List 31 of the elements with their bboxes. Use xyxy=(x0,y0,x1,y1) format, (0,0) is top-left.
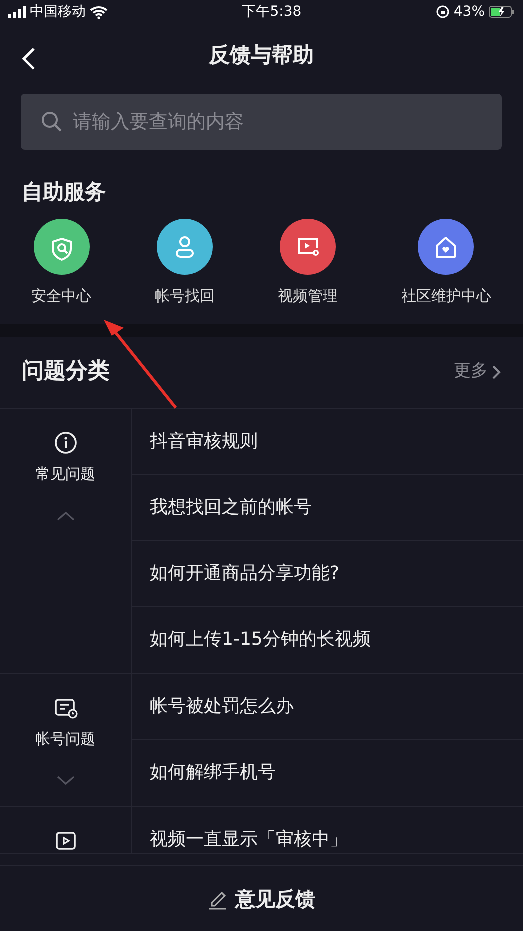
question-item[interactable]: 我想找回之前的帐号 xyxy=(132,474,523,540)
wifi-icon xyxy=(90,6,108,18)
category-label: 帐号问题 xyxy=(36,728,96,750)
chevron-right-icon xyxy=(492,364,501,380)
category-label: 常见问题 xyxy=(36,464,96,484)
chevron-up-icon[interactable] xyxy=(56,511,74,521)
section-title: 问题分类 xyxy=(22,358,110,386)
service-shortcut[interactable]: 安全中心 xyxy=(32,218,92,324)
info-icon xyxy=(54,430,78,454)
search-field[interactable]: 请输入要查询的内容 xyxy=(21,94,502,150)
service-shortcut[interactable]: 视频管理 xyxy=(278,218,338,324)
status-time: 下午5:38 xyxy=(242,4,302,20)
search-icon xyxy=(41,111,63,133)
rotation-lock-icon xyxy=(436,5,450,19)
carrier-name: 中国移动 xyxy=(30,2,86,22)
battery-icon xyxy=(489,6,515,18)
question-item[interactable]: 如何解绑手机号 xyxy=(132,740,523,806)
question-item[interactable]: 帐号被处罚怎么办 xyxy=(132,674,523,740)
question-item[interactable]: 抖音审核规则 xyxy=(132,408,523,474)
feedback-button[interactable]: 意见反馈 xyxy=(202,882,322,914)
service-shortcut[interactable]: 帐号找回 xyxy=(154,218,215,324)
battery-percent: 43% xyxy=(454,2,485,22)
page-title: 反馈与帮助 xyxy=(209,43,314,69)
chevron-down-icon[interactable] xyxy=(56,776,74,786)
question-item[interactable]: 视频一直显示「审核中」 xyxy=(132,806,523,852)
more-link[interactable]: 更多 xyxy=(454,359,501,385)
signal-icon xyxy=(8,6,26,18)
question-item[interactable]: 如何上传1-15分钟的长视频 xyxy=(132,606,523,672)
section-title: 自助服务 xyxy=(22,179,107,206)
service-shortcut[interactable]: 社区维护中心 xyxy=(401,218,492,324)
question-item[interactable]: 如何开通商品分享功能? xyxy=(132,540,523,606)
